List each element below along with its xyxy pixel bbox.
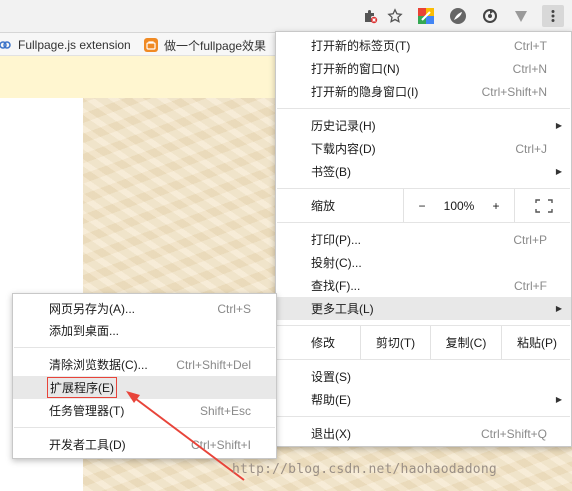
watermark: http://blog.csdn.net/haohaodadong <box>232 462 497 477</box>
annotation-arrow-icon <box>126 391 245 481</box>
